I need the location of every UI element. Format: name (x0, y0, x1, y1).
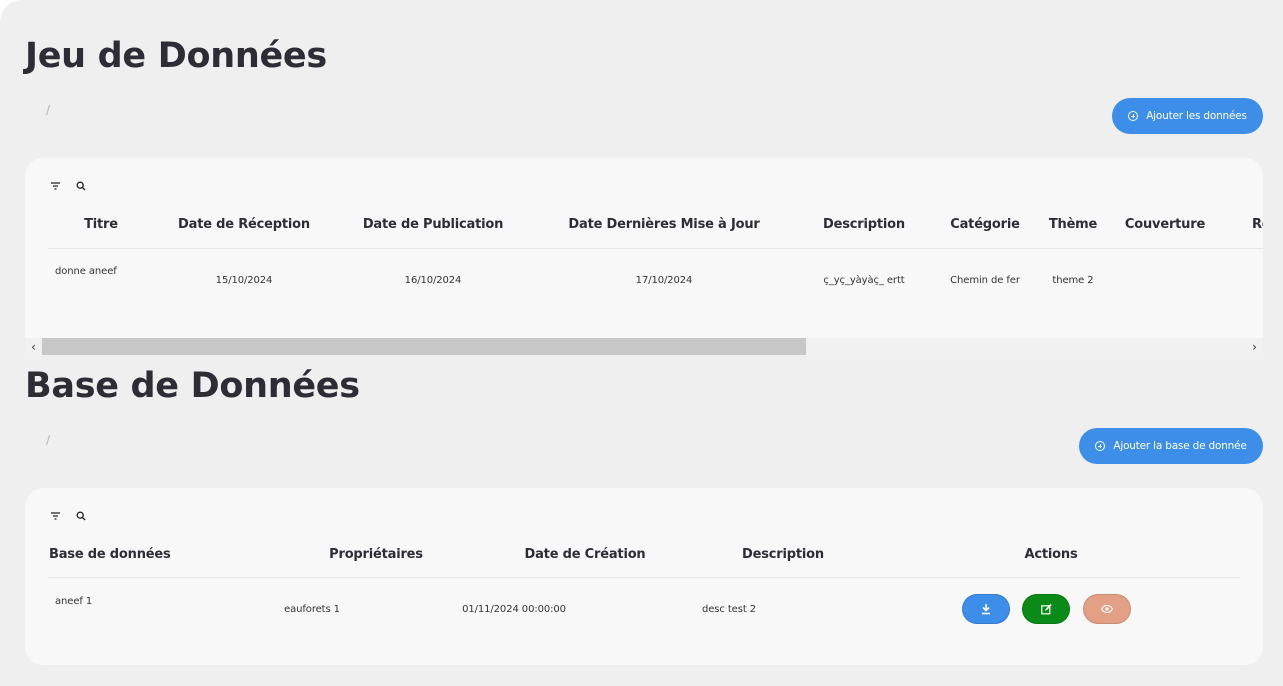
table-toolbar (49, 510, 87, 522)
cell-description: desc test 2 (701, 604, 757, 615)
column-header-categorie[interactable]: Catégorie (950, 217, 1020, 232)
column-header-date-reception[interactable]: Date de Réception (178, 217, 310, 232)
search-icon[interactable] (75, 510, 87, 522)
cell-date-maj: 17/10/2024 (635, 275, 693, 286)
chevron-right-icon[interactable]: › (1246, 338, 1263, 355)
column-header-theme[interactable]: Thème (1049, 217, 1098, 232)
cell-theme: theme 2 (1052, 275, 1094, 286)
edit-icon (1040, 603, 1052, 614)
edit-button[interactable] (1022, 594, 1070, 624)
filter-icon[interactable] (49, 510, 61, 522)
column-header-proprietaires[interactable]: Propriétaires (329, 547, 423, 562)
column-header-actions: Actions (1024, 547, 1078, 562)
view-button[interactable] (1083, 594, 1131, 624)
cell-description: ç_yç_yàyàç_ ertt (823, 275, 905, 286)
header-divider (48, 577, 1240, 578)
cell-proprietaire: eauforets 1 (284, 604, 340, 615)
cell-titre: donne aneef (55, 266, 117, 277)
column-header-base[interactable]: Base de données (49, 547, 171, 562)
cell-date-reception: 15/10/2024 (215, 275, 273, 286)
breadcrumb[interactable]: / (46, 433, 50, 447)
page-title-base: Base de Données (25, 366, 360, 406)
chevron-left-icon[interactable]: ‹ (25, 338, 42, 355)
column-header-description[interactable]: Description (742, 547, 824, 562)
horizontal-scrollbar[interactable]: ‹ › (25, 338, 1263, 355)
cell-date-publication: 16/10/2024 (404, 275, 462, 286)
column-header-titre[interactable]: Titre (84, 217, 118, 232)
column-header-couverture[interactable]: Couverture (1125, 217, 1205, 232)
filter-icon[interactable] (49, 180, 61, 192)
add-data-label: Ajouter les données (1146, 110, 1247, 122)
database-table-card: Base de données Propriétaires Date de Cr… (25, 488, 1263, 665)
column-header-description[interactable]: Description (823, 217, 905, 232)
download-icon (982, 603, 990, 614)
add-data-button[interactable]: Ajouter les données (1112, 98, 1263, 134)
scrollbar-thumb[interactable] (42, 338, 806, 355)
cell-categorie: Chemin de fer (950, 275, 1020, 286)
column-header-truncated[interactable]: Re (1252, 217, 1263, 232)
page-title-jeu: Jeu de Données (25, 36, 327, 76)
plus-circle-icon (1095, 441, 1106, 451)
table-toolbar (49, 180, 87, 192)
column-header-date-maj[interactable]: Date Dernières Mise à Jour (568, 217, 759, 232)
download-button[interactable] (962, 594, 1010, 624)
header-divider (48, 248, 1263, 249)
cell-date-creation: 01/11/2024 00:00:00 (462, 604, 566, 615)
column-header-date-creation[interactable]: Date de Création (525, 547, 646, 562)
breadcrumb[interactable]: / (46, 103, 50, 117)
add-database-button[interactable]: Ajouter la base de donnée (1079, 428, 1263, 464)
dataset-table-card: Titre Date de Réception Date de Publicat… (25, 158, 1263, 338)
eye-icon (1101, 605, 1113, 613)
cell-base: aneef 1 (55, 596, 93, 607)
plus-circle-icon (1128, 111, 1139, 121)
column-header-date-publication[interactable]: Date de Publication (363, 217, 504, 232)
search-icon[interactable] (75, 180, 87, 192)
add-database-label: Ajouter la base de donnée (1113, 440, 1247, 452)
